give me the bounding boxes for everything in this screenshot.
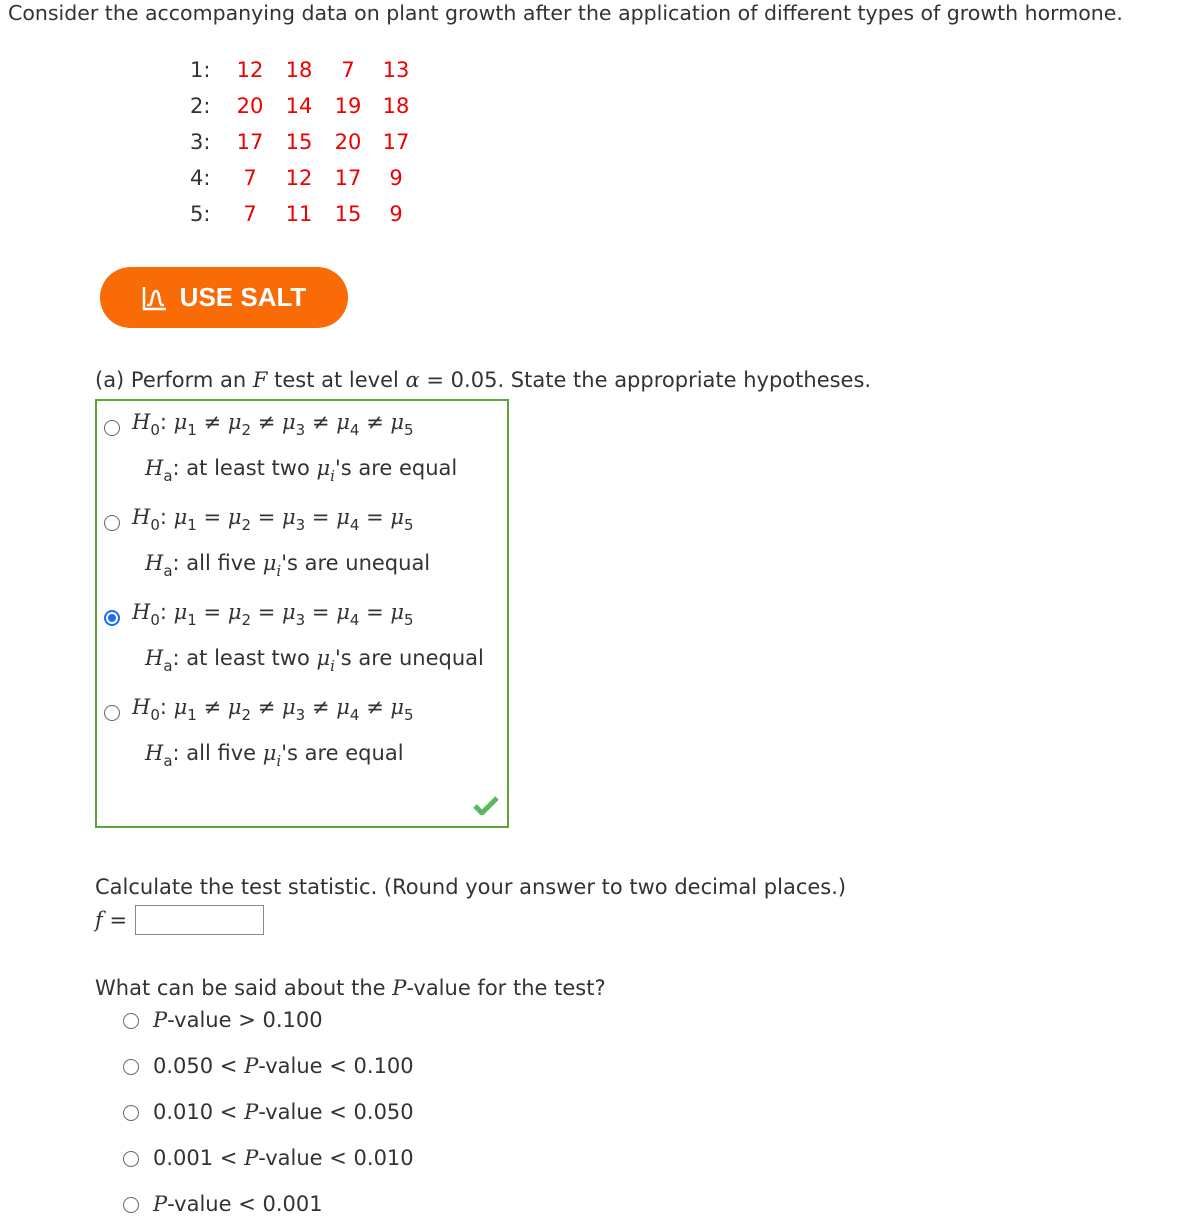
cell-value: 18 — [285, 58, 313, 82]
cell-value: 17 — [334, 166, 362, 190]
problem-intro: Consider the accompanying data on plant … — [8, 1, 1123, 25]
row-label: 2: — [190, 94, 211, 118]
cell-value: 12 — [236, 58, 264, 82]
pvalue-option-label: P-value < 0.001 — [153, 1192, 323, 1216]
f-statistic-input[interactable] — [135, 905, 264, 935]
radio-button[interactable] — [123, 1151, 139, 1167]
cell-value: 14 — [285, 94, 313, 118]
radio-button[interactable] — [123, 1013, 139, 1029]
salt-icon — [142, 286, 166, 310]
alternative-hypothesis: Ha: at least two μi's are unequal — [145, 646, 484, 675]
null-hypothesis: H0: μ1 = μ2 = μ3 = μ4 = μ5 — [132, 600, 414, 629]
cell-value: 20 — [236, 94, 264, 118]
stat-prompt: Calculate the test statistic. (Round you… — [95, 875, 847, 899]
radio-button[interactable] — [104, 420, 120, 436]
null-hypothesis: H0: μ1 = μ2 = μ3 = μ4 = μ5 — [132, 505, 414, 534]
row-label: 3: — [190, 130, 211, 154]
cell-value: 7 — [243, 166, 257, 190]
cell-value: 11 — [285, 202, 313, 226]
cell-value: 9 — [389, 166, 403, 190]
cell-value: 18 — [382, 94, 410, 118]
radio-button[interactable] — [123, 1197, 139, 1213]
cell-value: 17 — [382, 130, 410, 154]
row-label: 4: — [190, 166, 211, 190]
radio-button[interactable] — [104, 705, 120, 721]
pvalue-option-label: 0.001 < P-value < 0.010 — [153, 1146, 414, 1170]
null-hypothesis: H0: μ1 ≠ μ2 ≠ μ3 ≠ μ4 ≠ μ5 — [132, 410, 414, 439]
cell-value: 12 — [285, 166, 313, 190]
use-salt-button[interactable]: USE SALT — [100, 267, 348, 328]
cell-value: 15 — [285, 130, 313, 154]
stat-label: f = — [95, 908, 128, 932]
alternative-hypothesis: Ha: at least two μi's are equal — [145, 456, 458, 485]
row-label: 5: — [190, 202, 211, 226]
cell-value: 7 — [341, 58, 355, 82]
pvalue-option-label: 0.050 < P-value < 0.100 — [153, 1054, 414, 1078]
cell-value: 9 — [389, 202, 403, 226]
alternative-hypothesis: Ha: all five μi's are unequal — [145, 551, 431, 580]
row-label: 1: — [190, 58, 211, 82]
null-hypothesis: H0: μ1 ≠ μ2 ≠ μ3 ≠ μ4 ≠ μ5 — [132, 695, 414, 724]
pvalue-prompt: What can be said about the P-value for t… — [95, 976, 606, 1000]
cell-value: 20 — [334, 130, 362, 154]
radio-button[interactable] — [123, 1059, 139, 1075]
alternative-hypothesis: Ha: all five μi's are equal — [145, 741, 404, 770]
radio-button[interactable] — [104, 610, 120, 626]
correct-check-icon — [473, 796, 499, 815]
cell-value: 17 — [236, 130, 264, 154]
part-a-prompt: (a) Perform an F test at level α = 0.05.… — [95, 368, 872, 392]
pvalue-option-label: 0.010 < P-value < 0.050 — [153, 1100, 414, 1124]
pvalue-option-label: P-value > 0.100 — [153, 1008, 323, 1032]
cell-value: 15 — [334, 202, 362, 226]
cell-value: 13 — [382, 58, 410, 82]
use-salt-label: USE SALT — [179, 282, 307, 312]
radio-button[interactable] — [104, 515, 120, 531]
cell-value: 7 — [243, 202, 257, 226]
radio-button[interactable] — [123, 1105, 139, 1121]
cell-value: 19 — [334, 94, 362, 118]
